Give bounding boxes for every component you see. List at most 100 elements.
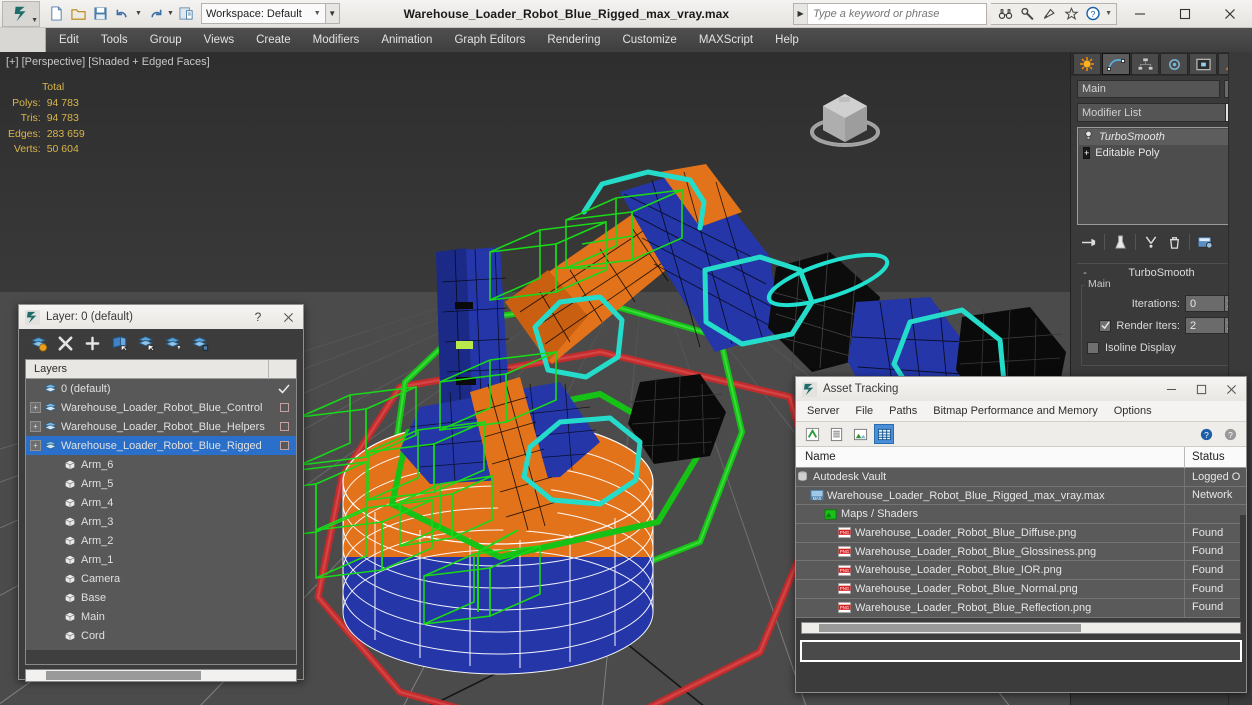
trash-icon[interactable] [1164,232,1184,252]
asset-row[interactable]: Autodesk Vault Logged O [796,467,1246,487]
menu-item-views[interactable]: Views [193,31,245,49]
wrench-icon[interactable] [1017,4,1037,23]
asset-tracking-dialog[interactable]: Asset Tracking Server File Paths Bitmap Per… [795,376,1247,693]
asset-row[interactable]: PNG Warehouse_Loader_Robot_Blue_Reflectio… [796,598,1246,618]
asset-row[interactable]: MAX Warehouse_Loader_Robot_Blue_Rigged_ma… [796,486,1246,506]
layer-row[interactable]: Arm_5 [26,474,296,493]
project-folder-icon[interactable] [176,3,197,24]
layer-dialog-help-button[interactable]: ? [243,306,273,329]
asset-menu-paths[interactable]: Paths [881,403,925,419]
layer-row[interactable]: Arm_6 [26,455,296,474]
asset-dialog-minimize-button[interactable] [1156,378,1186,401]
expand-layer-icon[interactable]: + [30,402,41,413]
modifier-stack-item[interactable]: + Editable Poly [1079,145,1244,161]
menu-item-edit[interactable]: Edit [48,31,90,49]
layer-list-panel[interactable]: Layers 0 (default) + Warehouse_Loader_Robo… [25,359,297,665]
menu-item-tools[interactable]: Tools [90,31,139,49]
close-button[interactable] [1207,0,1252,27]
make-unique-icon[interactable] [1141,232,1161,252]
layer-hide-checkbox[interactable] [272,422,296,431]
create-tab[interactable] [1073,53,1101,75]
expand-layer-icon[interactable]: + [30,421,41,432]
layer-row[interactable]: Arm_4 [26,493,296,512]
motion-tab[interactable] [1160,53,1188,75]
layer-row[interactable]: + Warehouse_Loader_Robot_Blue_Control [26,398,296,417]
display-tab[interactable] [1189,53,1217,75]
workspace-selector[interactable]: Workspace: Default ▼ [201,3,326,24]
undo-dropdown-caret[interactable]: ▼ [134,3,143,24]
modifier-list-field[interactable]: Modifier List [1077,103,1226,122]
maximize-button[interactable] [1162,0,1207,27]
asset-dialog-title-bar[interactable]: Asset Tracking [796,377,1246,401]
help-dropdown-caret[interactable]: ▼ [1105,10,1112,17]
context-help-icon[interactable]: ? [1220,424,1240,444]
asset-dialog-close-button[interactable] [1216,378,1246,401]
asset-scrollbar-thumb[interactable] [819,623,1081,632]
layer-row[interactable]: Cord [26,626,296,645]
layer-row[interactable]: Main [26,607,296,626]
expand-layer-icon[interactable]: + [30,440,41,451]
layer-hide-checkbox[interactable] [272,403,296,412]
search-box[interactable]: ▶ [793,2,988,25]
new-file-icon[interactable] [46,3,67,24]
asset-row[interactable]: PNG Warehouse_Loader_Robot_Blue_IOR.png Fo… [796,560,1246,581]
layer-horizontal-scrollbar[interactable] [25,669,297,682]
menu-item-help[interactable]: Help [764,31,810,49]
menu-item-maxscript[interactable]: MAXScript [688,31,764,49]
modifier-stack[interactable]: TurboSmooth + Editable Poly [1077,127,1246,225]
asset-row[interactable]: PNG Warehouse_Loader_Robot_Blue_Glossines… [796,542,1246,562]
workspace-expand-button[interactable]: ▼ [325,3,340,24]
render-iters-input[interactable] [1185,317,1225,334]
create-new-layer-icon[interactable] [27,332,50,354]
menu-item-group[interactable]: Group [139,31,193,49]
undo-icon[interactable] [112,3,133,24]
asset-menu-bitmap-performance-and-memory[interactable]: Bitmap Performance and Memory [925,403,1105,419]
help-icon[interactable]: ? [1196,424,1216,444]
menu-item-modifiers[interactable]: Modifiers [302,31,371,49]
thumbnail-view-icon[interactable] [850,424,870,444]
redo-dropdown-caret[interactable]: ▼ [166,3,175,24]
table-view-icon[interactable] [874,424,894,444]
view-cube[interactable] [805,80,885,155]
menu-item-customize[interactable]: Customize [611,31,687,49]
highlight-selected-objects-layer-icon[interactable] [135,332,158,354]
asset-row[interactable]: Maps / Shaders [796,504,1246,525]
search-input[interactable] [808,3,987,24]
asset-row[interactable]: PNG Warehouse_Loader_Robot_Blue_Normal.pn… [796,579,1246,599]
layer-scrollbar-thumb[interactable] [46,671,201,680]
modifier-stack-item[interactable]: TurboSmooth [1079,129,1244,145]
asset-menu-options[interactable]: Options [1106,403,1160,419]
layer-row[interactable]: Arm_1 [26,550,296,569]
layer-row[interactable]: Camera [26,569,296,588]
help-circle-icon[interactable]: ? [1083,4,1103,23]
satellite-dish-icon[interactable] [1039,4,1059,23]
layer-row[interactable]: Arm_3 [26,512,296,531]
add-selection-to-layer-icon[interactable] [81,332,104,354]
asset-row[interactable]: PNG Warehouse_Loader_Robot_Blue_Diffuse.p… [796,523,1246,543]
open-file-icon[interactable] [68,3,89,24]
logo-dropdown-caret[interactable]: ▼ [31,17,38,24]
asset-horizontal-scrollbar[interactable] [801,621,1241,634]
isoline-display-checkbox[interactable] [1087,341,1099,354]
iterations-input[interactable] [1185,295,1225,312]
pin-icon[interactable] [1079,232,1099,252]
layer-row[interactable]: + Warehouse_Loader_Robot_Blue_Rigged [26,436,296,455]
search-expand-caret[interactable]: ▶ [794,3,809,24]
layer-dialog[interactable]: Layer: 0 (default) ? Layers 0 (default) … [18,304,304,682]
layer-row[interactable]: 0 (default) [26,379,296,398]
menu-item-rendering[interactable]: Rendering [536,31,611,49]
asset-menu-file[interactable]: File [847,403,881,419]
refresh-assets-icon[interactable] [802,424,822,444]
minimize-button[interactable] [1117,0,1162,27]
asset-rows-container[interactable]: Autodesk Vault Logged O MAX Warehouse_Loade… [796,467,1246,618]
menu-item-graph-editors[interactable]: Graph Editors [443,31,536,49]
list-view-icon[interactable] [826,424,846,444]
binoculars-icon[interactable] [995,4,1015,23]
viewport-label[interactable]: [+] [Perspective] [Shaded + Edged Faces] [6,56,210,68]
render-iters-checkbox[interactable] [1099,319,1112,332]
layer-dialog-title-bar[interactable]: Layer: 0 (default) ? [19,305,303,329]
star-icon[interactable] [1061,4,1081,23]
asset-menu-server[interactable]: Server [799,403,847,419]
layer-row[interactable]: Base [26,588,296,607]
hierarchy-tab[interactable] [1131,53,1159,75]
